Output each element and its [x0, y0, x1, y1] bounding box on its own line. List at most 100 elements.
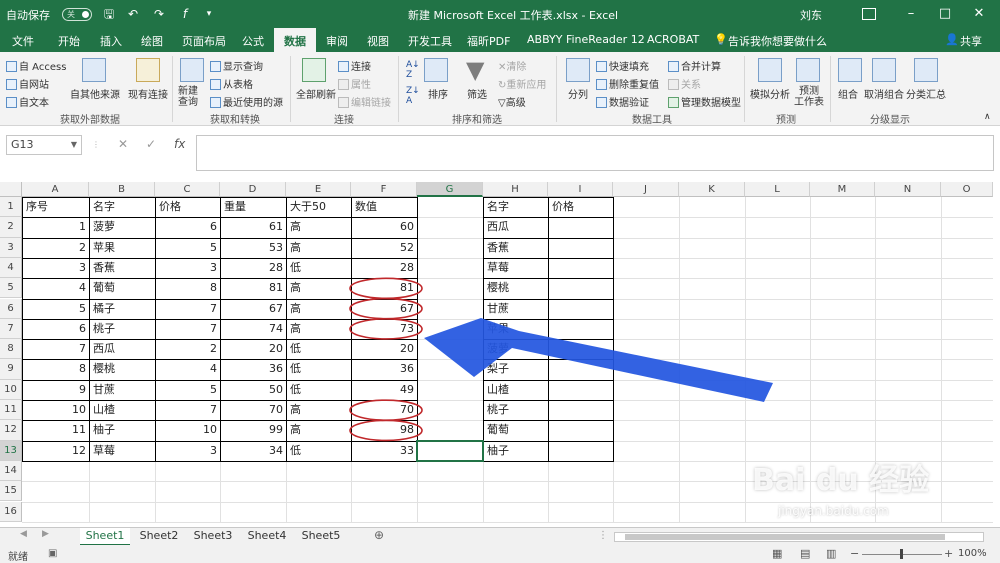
save-icon[interactable]: 🖫	[100, 5, 118, 23]
sort-button[interactable]: 排序	[428, 86, 448, 101]
cancel-icon[interactable]: ✕	[118, 137, 128, 151]
header-cell-a[interactable]: 序号	[23, 197, 89, 217]
tab-acrobat[interactable]: ACROBAT	[647, 33, 699, 46]
cell-e5[interactable]: 高	[287, 278, 351, 298]
row-header-3[interactable]: 3	[0, 237, 22, 258]
header-cell-b[interactable]: 名字	[90, 197, 155, 217]
row-header-13[interactable]: 13	[0, 440, 22, 461]
consolidate-button[interactable]: 合并计算	[668, 58, 721, 73]
customize-icon[interactable]: ▾	[200, 5, 218, 23]
cell-a9[interactable]: 8	[23, 359, 89, 379]
cell-b3[interactable]: 苹果	[90, 238, 155, 258]
column-header-a[interactable]: A	[22, 182, 89, 197]
ribbon-display-icon[interactable]	[862, 8, 876, 20]
maximize-icon[interactable]: □	[934, 4, 956, 24]
cell-a11[interactable]: 10	[23, 400, 89, 420]
cell-c8[interactable]: 2	[156, 339, 220, 359]
row-header-5[interactable]: 5	[0, 278, 22, 299]
cell-b12[interactable]: 柚子	[90, 420, 155, 440]
cell-h2[interactable]: 西瓜	[484, 217, 548, 237]
data-validation-button[interactable]: 数据验证	[596, 94, 649, 109]
tab-review[interactable]: 审阅	[326, 33, 348, 49]
sheet-tab-1[interactable]: Sheet1	[80, 528, 130, 546]
ungroup-button[interactable]: 取消组合	[864, 86, 904, 101]
row-header-1[interactable]: 1	[0, 197, 22, 218]
manage-data-model-button[interactable]: 管理数据模型	[668, 94, 741, 109]
cell-a2[interactable]: 1	[23, 217, 89, 237]
reapply-button[interactable]: ↻重新应用	[498, 76, 546, 91]
cell-f9[interactable]: 36	[352, 359, 417, 379]
formula-input[interactable]	[196, 135, 994, 171]
forecast-sheet-button[interactable]: 预测 工作表	[794, 86, 824, 108]
add-sheet-icon[interactable]: ⊕	[374, 528, 384, 542]
group-button[interactable]: 组合	[838, 86, 858, 101]
fx-icon[interactable]: f	[176, 5, 194, 23]
relationships-button[interactable]: 关系	[668, 76, 701, 91]
new-query-button[interactable]: 新建 查询	[178, 86, 198, 108]
cell-f12[interactable]: 98	[352, 420, 417, 440]
from-text-button[interactable]: 自文本	[6, 94, 49, 109]
show-queries-button[interactable]: 显示查询	[210, 58, 263, 73]
active-cell-g13[interactable]	[416, 439, 484, 462]
tab-formulas[interactable]: 公式	[242, 33, 264, 49]
sheet-tab-5[interactable]: Sheet5	[296, 528, 346, 546]
advanced-button[interactable]: ▽高级	[498, 94, 526, 109]
cell-a12[interactable]: 11	[23, 420, 89, 440]
column-header-n[interactable]: N	[875, 182, 941, 197]
tell-me-search[interactable]: 告诉我你想要做什么	[728, 33, 827, 49]
tab-view[interactable]: 视图	[367, 33, 389, 49]
cell-e13[interactable]: 低	[287, 441, 351, 461]
refresh-all-button[interactable]: 全部刷新	[296, 86, 336, 101]
sheet-tab-4[interactable]: Sheet4	[242, 528, 292, 546]
row-header-11[interactable]: 11	[0, 400, 22, 421]
connections-button[interactable]: 连接	[338, 58, 371, 73]
tab-data[interactable]: 数据	[274, 28, 316, 52]
cell-c3[interactable]: 5	[156, 238, 220, 258]
cell-h4[interactable]: 草莓	[484, 258, 548, 278]
tab-abbyy[interactable]: ABBYY FineReader 12	[527, 33, 645, 46]
cell-f3[interactable]: 52	[352, 238, 417, 258]
collapse-ribbon-icon[interactable]: ∧	[984, 112, 991, 122]
row-header-4[interactable]: 4	[0, 257, 22, 279]
cell-b7[interactable]: 桃子	[90, 319, 155, 339]
normal-view-icon[interactable]: ▦	[772, 547, 782, 560]
header-cell-f[interactable]: 数值	[352, 197, 417, 217]
row-header-2[interactable]: 2	[0, 217, 22, 238]
cell-e6[interactable]: 高	[287, 299, 351, 319]
cell-e10[interactable]: 低	[287, 380, 351, 400]
header-cell-e[interactable]: 大于50	[287, 197, 351, 217]
scroll-right-icon[interactable]: ▶	[42, 529, 49, 539]
cell-h12[interactable]: 葡萄	[484, 420, 548, 440]
tab-split-handle-icon[interactable]: ⋮	[598, 530, 608, 541]
recent-sources-button[interactable]: 最近使用的源	[210, 94, 283, 109]
row-header-16[interactable]: 16	[0, 501, 22, 522]
insert-function-icon[interactable]: fx	[174, 137, 185, 151]
tab-file[interactable]: 文件	[12, 33, 34, 49]
what-if-analysis-button[interactable]: 模拟分析	[750, 86, 790, 101]
other-sources-button[interactable]: 自其他来源	[70, 86, 120, 101]
flash-fill-button[interactable]: 快速填充	[596, 58, 649, 73]
cell-b10[interactable]: 甘蔗	[90, 380, 155, 400]
scrollbar-thumb[interactable]	[625, 534, 945, 540]
cell-h9[interactable]: 梨子	[484, 359, 548, 379]
minimize-icon[interactable]: –	[900, 4, 922, 24]
cell-h6[interactable]: 甘蔗	[484, 299, 548, 319]
column-header-c[interactable]: C	[155, 182, 220, 197]
header-cell-c[interactable]: 价格	[156, 197, 220, 217]
sort-za-icon[interactable]: Z↓ A	[406, 86, 420, 106]
tab-developer[interactable]: 开发工具	[408, 33, 452, 49]
page-layout-view-icon[interactable]: ▤	[800, 547, 810, 560]
cell-a13[interactable]: 12	[23, 441, 89, 461]
zoom-out-icon[interactable]: −	[850, 547, 859, 560]
name-box[interactable]: G13 ▼	[6, 135, 82, 155]
column-header-f[interactable]: F	[351, 182, 417, 197]
cell-f7[interactable]: 73	[352, 319, 417, 339]
header-cell-d[interactable]: 重量	[221, 197, 286, 217]
tab-foxit-pdf[interactable]: 福昕PDF	[467, 33, 510, 49]
cell-c4[interactable]: 3	[156, 258, 220, 278]
share-button[interactable]: 共享	[960, 33, 982, 49]
column-header-e[interactable]: E	[286, 182, 351, 197]
cell-c12[interactable]: 10	[156, 420, 220, 440]
row-header-8[interactable]: 8	[0, 339, 22, 360]
zoom-level[interactable]: 100%	[958, 548, 987, 559]
